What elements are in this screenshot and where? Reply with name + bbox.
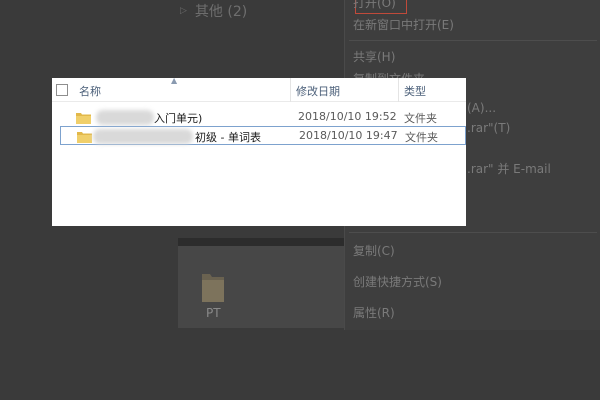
file-date: 2018/10/10 19:47 [299, 129, 398, 142]
file-list-window: ▲ 名称 修改日期 类型 入门单元) 2018/10/10 19:52 文件夹 … [52, 76, 466, 226]
sort-ascending-icon: ▲ [171, 76, 178, 85]
expand-arrow-icon[interactable]: ▷ [180, 6, 187, 16]
column-divider[interactable] [290, 78, 291, 102]
column-header-date[interactable]: 修改日期 [296, 83, 340, 99]
column-divider[interactable] [398, 78, 399, 102]
file-name: 入门单元) [154, 112, 203, 125]
redacted-filename-blur [93, 129, 193, 144]
folder-icon [76, 113, 91, 124]
folder-icon [77, 132, 92, 143]
menu-item-properties[interactable]: 属性(R) [353, 304, 395, 324]
file-name: 初级 - 单词表 [195, 131, 261, 144]
folder-icon[interactable] [200, 268, 226, 304]
menu-item-copy[interactable]: 复制(C) [353, 242, 395, 262]
table-row-selected[interactable]: 初级 - 单词表 2018/10/10 19:47 文件夹 [60, 126, 466, 145]
menu-item-create-shortcut[interactable]: 创建快捷方式(S) [353, 273, 442, 293]
menu-item-share[interactable]: 共享(H) [353, 48, 395, 68]
select-all-checkbox[interactable] [56, 84, 68, 96]
file-date: 2018/10/10 19:52 [298, 110, 397, 123]
background-folder-pane: PT [178, 238, 344, 328]
pane-divider [178, 238, 344, 246]
menu-item-add-to-rar[interactable]: .rar"(T) [467, 121, 510, 135]
nav-group-other[interactable]: ▷ 其他 (2) [180, 0, 247, 22]
nav-group-label: 其他 (2) [194, 4, 248, 20]
column-header-row: ▲ 名称 修改日期 类型 [52, 76, 466, 102]
table-row[interactable]: 入门单元) 2018/10/10 19:52 文件夹 [60, 108, 466, 127]
column-header-name[interactable]: 名称 [79, 83, 101, 99]
menu-item-open-new-window[interactable]: 在新窗口中打开(E) [353, 16, 454, 36]
menu-item-rar-email[interactable]: .rar" 并 E-mail [467, 160, 551, 177]
file-type: 文件夹 [404, 112, 437, 125]
column-header-type[interactable]: 类型 [404, 83, 426, 99]
menu-separator [349, 232, 597, 233]
menu-separator [349, 40, 597, 41]
menu-item-add-to-archive[interactable]: (A)... [467, 101, 496, 115]
file-type: 文件夹 [405, 131, 438, 144]
redacted-filename-blur [96, 110, 154, 125]
folder-label: PT [206, 306, 221, 320]
menu-item-open[interactable]: 打开(O) [353, 0, 396, 14]
